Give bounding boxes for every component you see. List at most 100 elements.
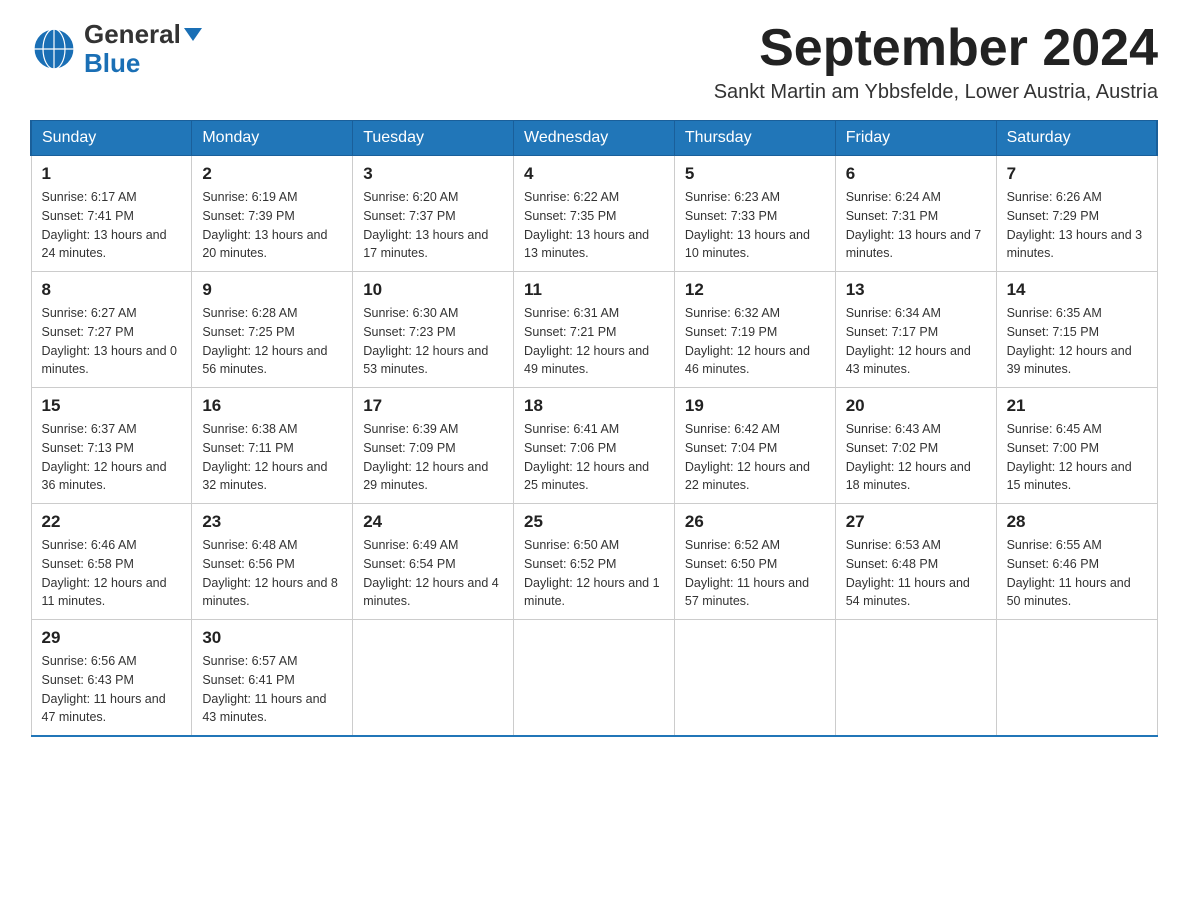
logo-blue-text: Blue [84, 49, 202, 78]
table-row: 9Sunrise: 6:28 AMSunset: 7:25 PMDaylight… [192, 272, 353, 388]
day-info: Sunrise: 6:52 AMSunset: 6:50 PMDaylight:… [685, 536, 825, 611]
table-row: 6Sunrise: 6:24 AMSunset: 7:31 PMDaylight… [835, 156, 996, 272]
day-number: 19 [685, 396, 825, 416]
day-number: 22 [42, 512, 182, 532]
table-row: 17 Sunrise: 6:39 AMSunset: 7:09 PMDayligh… [353, 388, 514, 504]
table-row [996, 620, 1157, 737]
day-number: 16 [202, 396, 342, 416]
day-number: 18 [524, 396, 664, 416]
table-row: 30 Sunrise: 6:57 AMSunset: 6:41 PMDayligh… [192, 620, 353, 737]
day-number: 5 [685, 164, 825, 184]
table-row: 4 Sunrise: 6:22 AMSunset: 7:35 PMDaylight… [514, 156, 675, 272]
table-row: 22 Sunrise: 6:46 AMSunset: 6:58 PMDayligh… [31, 504, 192, 620]
day-number: 26 [685, 512, 825, 532]
weekday-header-row: SundayMondayTuesdayWednesdayThursdayFrid… [31, 121, 1157, 156]
day-info: Sunrise: 6:26 AMSunset: 7:29 PMDaylight:… [1007, 188, 1147, 263]
day-info: Sunrise: 6:42 AMSunset: 7:04 PMDaylight:… [685, 420, 825, 495]
day-info: Sunrise: 6:28 AMSunset: 7:25 PMDaylight:… [202, 304, 342, 379]
day-number: 11 [524, 280, 664, 300]
week-row-5: 29 Sunrise: 6:56 AMSunset: 6:43 PMDayligh… [31, 620, 1157, 737]
day-info: Sunrise: 6:23 AMSunset: 7:33 PMDaylight:… [685, 188, 825, 263]
day-number: 15 [42, 396, 182, 416]
day-info: Sunrise: 6:39 AMSunset: 7:09 PMDaylight:… [363, 420, 503, 495]
day-info: Sunrise: 6:49 AMSunset: 6:54 PMDaylight:… [363, 536, 503, 611]
weekday-header-tuesday: Tuesday [353, 121, 514, 156]
weekday-header-saturday: Saturday [996, 121, 1157, 156]
day-number: 10 [363, 280, 503, 300]
table-row: 1Sunrise: 6:17 AMSunset: 7:41 PMDaylight… [31, 156, 192, 272]
table-row: 23Sunrise: 6:48 AMSunset: 6:56 PMDayligh… [192, 504, 353, 620]
day-info: Sunrise: 6:31 AMSunset: 7:21 PMDaylight:… [524, 304, 664, 379]
weekday-header-sunday: Sunday [31, 121, 192, 156]
day-number: 3 [363, 164, 503, 184]
day-number: 28 [1007, 512, 1147, 532]
day-number: 29 [42, 628, 182, 648]
day-number: 27 [846, 512, 986, 532]
day-info: Sunrise: 6:57 AMSunset: 6:41 PMDaylight:… [202, 652, 342, 727]
weekday-header-wednesday: Wednesday [514, 121, 675, 156]
weekday-header-thursday: Thursday [674, 121, 835, 156]
day-number: 24 [363, 512, 503, 532]
table-row: 20Sunrise: 6:43 AMSunset: 7:02 PMDayligh… [835, 388, 996, 504]
day-info: Sunrise: 6:55 AMSunset: 6:46 PMDaylight:… [1007, 536, 1147, 611]
table-row: 3 Sunrise: 6:20 AMSunset: 7:37 PMDaylight… [353, 156, 514, 272]
day-info: Sunrise: 6:41 AMSunset: 7:06 PMDaylight:… [524, 420, 664, 495]
table-row [835, 620, 996, 737]
table-row [353, 620, 514, 737]
day-number: 21 [1007, 396, 1147, 416]
day-info: Sunrise: 6:34 AMSunset: 7:17 PMDaylight:… [846, 304, 986, 379]
day-number: 17 [363, 396, 503, 416]
calendar: SundayMondayTuesdayWednesdayThursdayFrid… [30, 120, 1158, 737]
title-area: September 2024 Sankt Martin am Ybbsfelde… [714, 20, 1158, 104]
day-number: 13 [846, 280, 986, 300]
week-row-4: 22 Sunrise: 6:46 AMSunset: 6:58 PMDayligh… [31, 504, 1157, 620]
day-info: Sunrise: 6:30 AMSunset: 7:23 PMDaylight:… [363, 304, 503, 379]
day-number: 4 [524, 164, 664, 184]
day-info: Sunrise: 6:17 AMSunset: 7:41 PMDaylight:… [42, 188, 182, 263]
day-info: Sunrise: 6:50 AMSunset: 6:52 PMDaylight:… [524, 536, 664, 611]
logo-icon [30, 25, 78, 73]
table-row: 25 Sunrise: 6:50 AMSunset: 6:52 PMDayligh… [514, 504, 675, 620]
day-info: Sunrise: 6:43 AMSunset: 7:02 PMDaylight:… [846, 420, 986, 495]
day-number: 30 [202, 628, 342, 648]
table-row: 27 Sunrise: 6:53 AMSunset: 6:48 PMDayligh… [835, 504, 996, 620]
day-number: 2 [202, 164, 342, 184]
week-row-3: 15 Sunrise: 6:37 AMSunset: 7:13 PMDayligh… [31, 388, 1157, 504]
day-info: Sunrise: 6:20 AMSunset: 7:37 PMDaylight:… [363, 188, 503, 263]
week-row-1: 1Sunrise: 6:17 AMSunset: 7:41 PMDaylight… [31, 156, 1157, 272]
table-row: 19 Sunrise: 6:42 AMSunset: 7:04 PMDayligh… [674, 388, 835, 504]
day-number: 14 [1007, 280, 1147, 300]
table-row: 14Sunrise: 6:35 AMSunset: 7:15 PMDayligh… [996, 272, 1157, 388]
day-number: 7 [1007, 164, 1147, 184]
table-row: 15 Sunrise: 6:37 AMSunset: 7:13 PMDayligh… [31, 388, 192, 504]
day-info: Sunrise: 6:19 AMSunset: 7:39 PMDaylight:… [202, 188, 342, 263]
table-row: 26 Sunrise: 6:52 AMSunset: 6:50 PMDayligh… [674, 504, 835, 620]
day-info: Sunrise: 6:24 AMSunset: 7:31 PMDaylight:… [846, 188, 986, 263]
table-row: 11 Sunrise: 6:31 AMSunset: 7:21 PMDayligh… [514, 272, 675, 388]
day-number: 12 [685, 280, 825, 300]
day-info: Sunrise: 6:27 AMSunset: 7:27 PMDaylight:… [42, 304, 182, 379]
table-row [674, 620, 835, 737]
day-info: Sunrise: 6:38 AMSunset: 7:11 PMDaylight:… [202, 420, 342, 495]
table-row: 7 Sunrise: 6:26 AMSunset: 7:29 PMDaylight… [996, 156, 1157, 272]
day-info: Sunrise: 6:53 AMSunset: 6:48 PMDaylight:… [846, 536, 986, 611]
day-info: Sunrise: 6:37 AMSunset: 7:13 PMDaylight:… [42, 420, 182, 495]
table-row [514, 620, 675, 737]
day-info: Sunrise: 6:22 AMSunset: 7:35 PMDaylight:… [524, 188, 664, 263]
day-info: Sunrise: 6:32 AMSunset: 7:19 PMDaylight:… [685, 304, 825, 379]
table-row: 8 Sunrise: 6:27 AMSunset: 7:27 PMDaylight… [31, 272, 192, 388]
location: Sankt Martin am Ybbsfelde, Lower Austria… [714, 81, 1158, 104]
day-info: Sunrise: 6:56 AMSunset: 6:43 PMDaylight:… [42, 652, 182, 727]
day-number: 8 [42, 280, 182, 300]
table-row: 21 Sunrise: 6:45 AMSunset: 7:00 PMDayligh… [996, 388, 1157, 504]
week-row-2: 8 Sunrise: 6:27 AMSunset: 7:27 PMDaylight… [31, 272, 1157, 388]
day-info: Sunrise: 6:46 AMSunset: 6:58 PMDaylight:… [42, 536, 182, 611]
day-info: Sunrise: 6:45 AMSunset: 7:00 PMDaylight:… [1007, 420, 1147, 495]
table-row: 18 Sunrise: 6:41 AMSunset: 7:06 PMDayligh… [514, 388, 675, 504]
weekday-header-monday: Monday [192, 121, 353, 156]
logo-general-text: General [84, 20, 202, 49]
weekday-header-friday: Friday [835, 121, 996, 156]
day-number: 23 [202, 512, 342, 532]
table-row: 12 Sunrise: 6:32 AMSunset: 7:19 PMDayligh… [674, 272, 835, 388]
day-number: 25 [524, 512, 664, 532]
